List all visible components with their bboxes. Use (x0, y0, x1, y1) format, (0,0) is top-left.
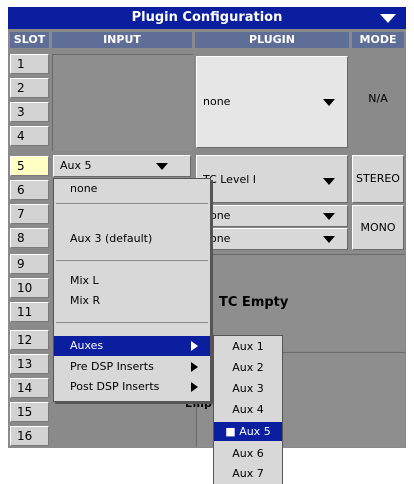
mode-na: N/A (368, 92, 388, 105)
menu-item-label: Auxes (70, 339, 104, 352)
slot-13[interactable]: 13 (10, 354, 49, 374)
down-triangle-icon[interactable] (380, 14, 396, 23)
slot-15[interactable]: 15 (10, 402, 49, 422)
slot-8[interactable]: 8 (10, 228, 49, 248)
menu-item-pre-dsp-inserts[interactable]: Pre DSP Inserts (54, 357, 210, 377)
slot-16[interactable]: 16 (10, 426, 49, 446)
title-bar: Plugin Configuration (8, 7, 406, 29)
chevron-down-icon (323, 213, 335, 220)
submenu-item-aux5[interactable]: ■ Aux 5 (214, 422, 282, 441)
checkmark-icon: ■ (225, 425, 236, 438)
submenu-item-aux6[interactable]: Aux 6 (214, 444, 282, 463)
input-dropdown-menu: none Aux 3 (default) Mix L Mix R Auxes P… (53, 178, 211, 402)
slot-9[interactable]: 9 (10, 254, 49, 274)
menu-item-none[interactable]: none (54, 179, 210, 199)
submenu-item-aux4[interactable]: Aux 4 (214, 400, 282, 419)
menu-item-label: Post DSP Inserts (70, 380, 160, 393)
slot-1[interactable]: 1 (10, 54, 49, 74)
submenu-item-aux7[interactable]: Aux 7 (214, 464, 282, 483)
plugin-select-slot7[interactable]: none (196, 205, 348, 227)
submenu-item-label: Aux 5 (239, 425, 271, 438)
submenu-item-aux3[interactable]: Aux 3 (214, 379, 282, 398)
slot-column-header: SLOT (10, 32, 49, 48)
slot-5[interactable]: 5 (10, 156, 49, 176)
slot-4[interactable]: 4 (10, 126, 49, 146)
column-headers: SLOT INPUT PLUGIN MODE (8, 29, 406, 52)
plugin-value: TC Empty (219, 295, 289, 310)
slot-6[interactable]: 6 (10, 180, 49, 200)
slot-10[interactable]: 10 (10, 278, 49, 298)
window-title: Plugin Configuration (131, 10, 283, 25)
plugin-value: none (203, 95, 231, 108)
submenu-arrow-icon (191, 341, 198, 351)
aux-submenu: Aux 1 Aux 2 Aux 3 Aux 4 ■ Aux 5 Aux 6 Au… (213, 335, 283, 484)
plugin-select-group1[interactable]: none (196, 56, 348, 148)
plugin-select-slot8[interactable]: none (196, 228, 348, 250)
submenu-arrow-icon (191, 362, 198, 372)
menu-item-aux3-default[interactable]: Aux 3 (default) (54, 229, 210, 249)
input-select-slot5[interactable]: Aux 5 (53, 155, 191, 177)
submenu-item-aux1[interactable]: Aux 1 (214, 337, 282, 356)
menu-item-post-dsp-inserts[interactable]: Post DSP Inserts (54, 377, 210, 397)
menu-item-auxes[interactable]: Auxes (54, 336, 210, 356)
mode-stereo-button[interactable]: STEREO (352, 155, 404, 203)
menu-separator (56, 203, 208, 204)
chevron-down-icon (323, 236, 335, 243)
slot-3[interactable]: 3 (10, 102, 49, 122)
chevron-down-icon (323, 99, 335, 106)
slot-7[interactable]: 7 (10, 204, 49, 224)
chevron-down-icon (156, 163, 168, 170)
menu-item-label: Pre DSP Inserts (70, 360, 154, 373)
slot-12[interactable]: 12 (10, 330, 49, 350)
slot-11[interactable]: 11 (10, 302, 49, 322)
mode-mono-button[interactable]: MONO (352, 205, 404, 250)
slot-14[interactable]: 14 (10, 378, 49, 398)
menu-separator (56, 322, 208, 323)
menu-separator (56, 260, 208, 261)
plugin-column-header: PLUGIN (195, 32, 349, 48)
submenu-item-aux2[interactable]: Aux 2 (214, 358, 282, 377)
input-column-header: INPUT (52, 32, 192, 48)
submenu-arrow-icon (191, 382, 198, 392)
slot-2[interactable]: 2 (10, 78, 49, 98)
input-value: Aux 5 (60, 159, 92, 172)
input-panel-group1[interactable] (52, 54, 193, 151)
plugin-select-slot5[interactable]: TC Level I (196, 155, 348, 203)
menu-item-mix-r[interactable]: Mix R (54, 291, 210, 311)
mode-column-header: MODE (352, 32, 404, 48)
chevron-down-icon (323, 178, 335, 185)
menu-item-mix-l[interactable]: Mix L (54, 271, 210, 291)
